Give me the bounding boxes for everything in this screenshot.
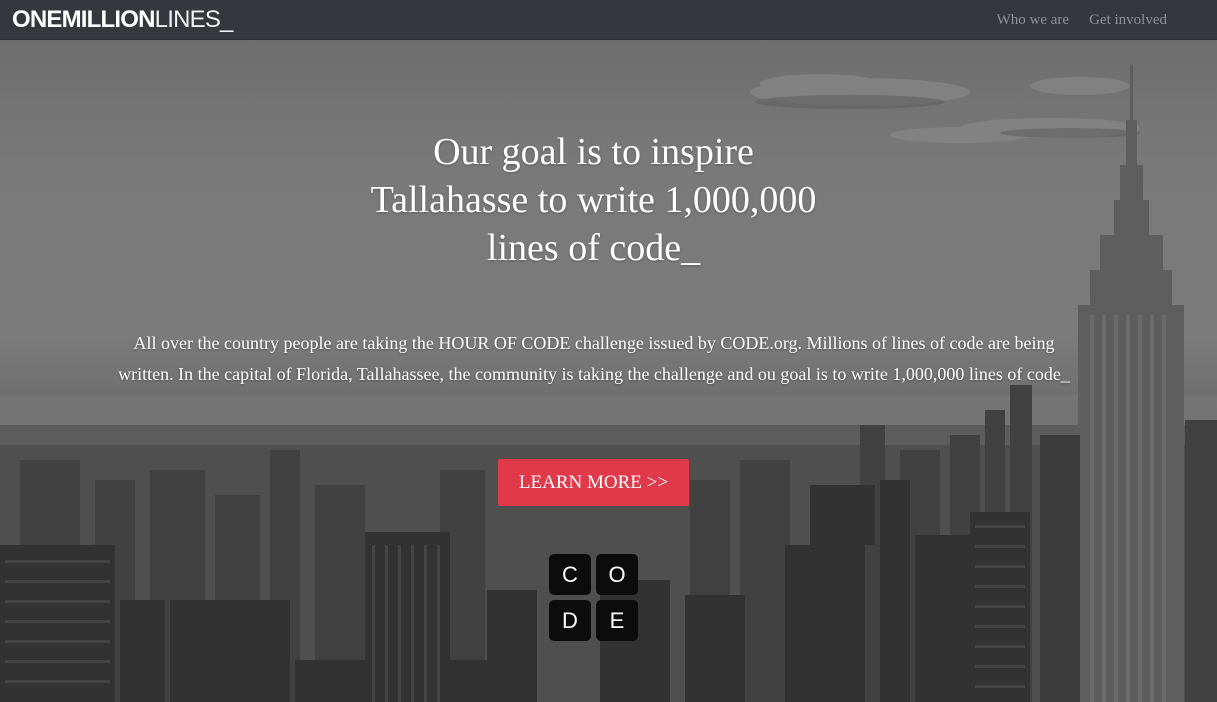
nav-link-who-we-are[interactable]: Who we are <box>997 12 1069 29</box>
code-logo-letter-d: D <box>549 600 591 641</box>
brand-logo[interactable]: ONEMILLIONLINES_ <box>12 5 233 35</box>
learn-more-button[interactable]: LEARN MORE >> <box>498 459 689 506</box>
hero-headline: Our goal is to inspire Tallahasse to wri… <box>0 128 1187 272</box>
headline-line-2: Tallahasse to write 1,000,000 <box>370 179 817 221</box>
code-org-logo[interactable]: C O D E <box>549 554 639 642</box>
code-logo-letter-c: C <box>549 554 591 595</box>
nav-link-get-involved[interactable]: Get involved <box>1089 12 1167 29</box>
headline-line-1: Our goal is to inspire <box>433 131 754 173</box>
code-logo-letter-o: O <box>596 554 638 595</box>
hero-section: Our goal is to inspire Tallahasse to wri… <box>0 40 1217 702</box>
top-navbar: ONEMILLIONLINES_ Who we are Get involved <box>0 0 1217 40</box>
nav-links: Who we are Get involved <box>997 0 1167 40</box>
brand-thin-text: LINES_ <box>154 6 234 33</box>
brand-bold-text: ONEMILLION <box>12 6 155 33</box>
headline-line-3: lines of code_ <box>486 227 701 269</box>
code-logo-letter-e: E <box>596 600 638 641</box>
hero-intro-text: All over the country people are taking t… <box>118 333 1070 384</box>
